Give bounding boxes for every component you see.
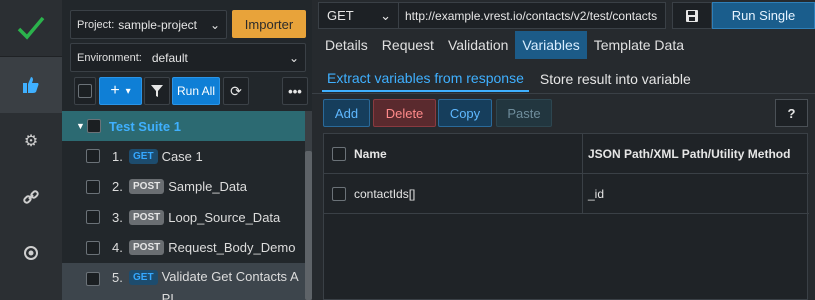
chevron-down-icon: ⌄ — [288, 50, 299, 65]
link-icon — [23, 190, 39, 204]
method-badge: POST — [129, 240, 165, 256]
project-value: sample-project — [118, 17, 197, 32]
save-icon — [686, 9, 698, 22]
method-badge: GET — [129, 270, 158, 285]
table-row[interactable]: contactIds[] _id — [324, 174, 809, 214]
test-cases-panel: Project: sample-project ⌄ Importer Envir… — [62, 0, 312, 300]
filter-icon — [151, 85, 163, 97]
list-item[interactable]: 3. POST Loop_Source_Data — [62, 202, 305, 233]
refresh-button[interactable]: ⟳ — [223, 77, 249, 105]
suite-name: Test Suite 1 — [108, 118, 181, 134]
select-all-checkbox[interactable] — [74, 77, 96, 105]
environment-value: default — [151, 50, 188, 65]
tree-scrollbar[interactable] — [305, 111, 312, 300]
environment-label: Environment: — [77, 51, 142, 64]
paste-button[interactable]: Paste — [496, 99, 552, 127]
nav-test-cases[interactable] — [0, 57, 62, 113]
test-suite-row[interactable]: ▼ Test Suite 1 — [62, 111, 305, 141]
tab-extract-variables[interactable]: Extract variables from response — [322, 66, 529, 92]
table-header: Name JSON Path/XML Path/Utility Method — [324, 134, 809, 174]
nav-settings[interactable]: ⚙ — [0, 113, 62, 169]
case-checkbox[interactable] — [86, 272, 100, 286]
add-dropdown-button[interactable]: + ▾ — [99, 77, 142, 105]
status-check[interactable] — [0, 0, 62, 56]
project-label: Project: — [77, 18, 115, 31]
method-badge: POST — [129, 209, 165, 225]
run-all-button[interactable]: Run All — [172, 77, 220, 105]
variable-name[interactable]: contactIds[] — [354, 187, 582, 201]
icon-rail: ⚙ — [0, 0, 62, 300]
case-name: Validate Get Contacts A PI — [161, 269, 298, 300]
add-button[interactable]: Add — [323, 99, 370, 127]
tab-store-result[interactable]: Store result into variable — [535, 66, 696, 92]
tab-template-data[interactable]: Template Data — [587, 31, 691, 59]
refresh-icon: ⟳ — [230, 82, 242, 99]
variable-path[interactable]: _id — [582, 187, 809, 201]
header-checkbox[interactable] — [332, 146, 346, 161]
case-checkbox[interactable] — [86, 179, 100, 194]
request-tabs: Details Request Validation Variables Tem… — [318, 31, 691, 59]
thumbs-up-icon — [23, 77, 39, 93]
more-icon: ••• — [288, 83, 302, 99]
caret-down-icon: ▼ — [76, 121, 85, 131]
case-name: Sample_Data — [168, 179, 248, 195]
case-checkbox[interactable] — [86, 210, 100, 225]
target-icon — [24, 246, 38, 260]
tab-request[interactable]: Request — [375, 31, 441, 59]
case-name: Loop_Source_Data — [168, 209, 281, 225]
nav-links[interactable] — [0, 169, 62, 225]
url-input[interactable]: http://example.vrest.io/contacts/v2/test… — [398, 2, 666, 29]
filter-button[interactable] — [144, 77, 170, 105]
importer-button[interactable]: Importer — [232, 10, 306, 38]
project-select[interactable]: Project: sample-project ⌄ — [70, 10, 227, 39]
plus-icon: + — [110, 82, 120, 99]
list-item[interactable]: 5. GET Validate Get Contacts A PI — [62, 263, 305, 300]
method-value: GET — [327, 8, 354, 23]
chevron-down-icon: ⌄ — [209, 17, 220, 32]
suite-checkbox[interactable] — [86, 119, 101, 133]
list-item[interactable]: 2. POST Sample_Data — [62, 172, 305, 203]
save-button[interactable] — [672, 2, 712, 29]
more-options-button[interactable]: ••• — [282, 77, 308, 105]
list-item[interactable]: 4. POST Request_Body_Demo — [62, 233, 305, 264]
run-single-button[interactable]: Run Single — [712, 2, 815, 29]
help-button[interactable]: ? — [775, 99, 808, 127]
method-badge: GET — [129, 148, 158, 164]
case-name: Case 1 — [161, 148, 203, 164]
header-path: JSON Path/XML Path/Utility Method — [588, 146, 791, 161]
case-checkbox[interactable] — [86, 149, 100, 164]
test-tree: ▼ Test Suite 1 1. GET Case 1 2. POST Sam… — [62, 111, 305, 300]
nav-support[interactable] — [0, 225, 62, 281]
tab-details[interactable]: Details — [318, 31, 375, 59]
copy-button[interactable]: Copy — [438, 99, 492, 127]
variables-table: Name JSON Path/XML Path/Utility Method c… — [323, 133, 809, 300]
check-icon — [17, 16, 45, 40]
environment-select[interactable]: Environment: default ⌄ — [70, 43, 306, 72]
list-item[interactable]: 1. GET Case 1 — [62, 141, 305, 172]
tab-validation[interactable]: Validation — [441, 31, 515, 59]
request-panel: GET ⌄ http://example.vrest.io/contacts/v… — [312, 0, 815, 300]
chevron-down-icon: ▾ — [125, 85, 131, 97]
gear-icon: ⚙ — [23, 133, 39, 150]
header-name: Name — [354, 146, 387, 161]
chevron-down-icon: ⌄ — [380, 7, 391, 23]
method-badge: POST — [129, 179, 165, 195]
method-select[interactable]: GET ⌄ — [318, 2, 400, 29]
delete-button[interactable]: Delete — [373, 99, 436, 127]
case-name: Request_Body_Demo — [168, 240, 296, 256]
variables-subtabs: Extract variables from response Store re… — [322, 66, 702, 92]
tab-variables[interactable]: Variables — [515, 31, 587, 59]
row-checkbox[interactable] — [332, 186, 346, 201]
case-checkbox[interactable] — [86, 240, 100, 255]
